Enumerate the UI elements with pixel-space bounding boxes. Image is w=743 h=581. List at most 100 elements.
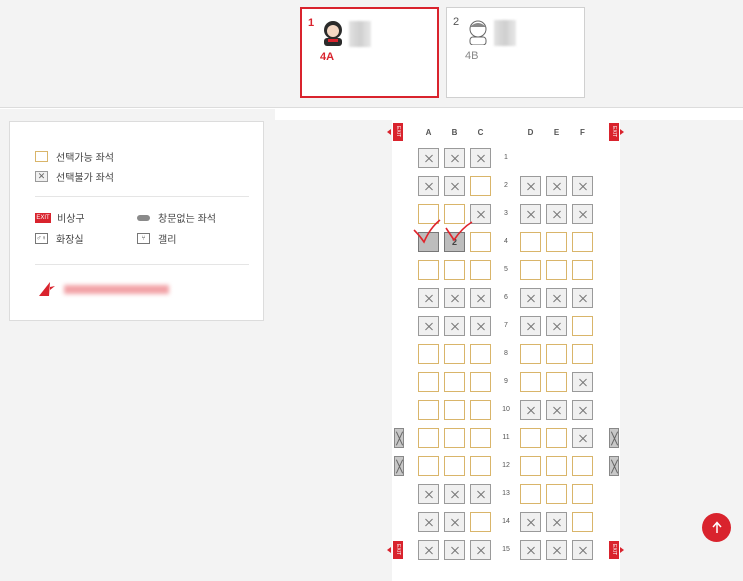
seat-14D bbox=[520, 512, 541, 532]
seat-13F[interactable] bbox=[572, 484, 593, 504]
passenger-seat: 4A bbox=[320, 51, 335, 63]
galley-icon: ⑂ bbox=[137, 233, 150, 244]
seat-legend: 선택가능 좌석 ✕ 선택불가 좌석 EXIT 비상구 창문없는 좌석 ♂♀ 화장… bbox=[9, 121, 264, 321]
seat-13C bbox=[470, 484, 491, 504]
exit-icon: EXIT bbox=[35, 212, 51, 223]
seat-1C bbox=[470, 148, 491, 168]
exit-arrow-icon bbox=[620, 547, 624, 553]
seat-5F[interactable] bbox=[572, 260, 593, 280]
scroll-to-top-button[interactable] bbox=[702, 513, 731, 542]
row-number: 5 bbox=[504, 266, 508, 273]
seat-6E bbox=[546, 288, 567, 308]
seat-12A[interactable] bbox=[418, 456, 439, 476]
seat-2A bbox=[418, 176, 439, 196]
seat-2C[interactable] bbox=[470, 176, 491, 196]
row-number: 7 bbox=[504, 322, 508, 329]
seat-8E[interactable] bbox=[546, 344, 567, 364]
column-header-e: E bbox=[553, 128, 560, 137]
seat-11E[interactable] bbox=[546, 428, 567, 448]
passenger-seat: 4B bbox=[465, 50, 479, 62]
seat-5A[interactable] bbox=[418, 260, 439, 280]
passenger-name-redacted bbox=[349, 21, 371, 47]
seat-10A[interactable] bbox=[418, 400, 439, 420]
row-number: 9 bbox=[504, 378, 508, 385]
seat-6F bbox=[572, 288, 593, 308]
seat-11C[interactable] bbox=[470, 428, 491, 448]
airline-info-redacted bbox=[64, 285, 169, 294]
seat-12C[interactable] bbox=[470, 456, 491, 476]
seat-5D[interactable] bbox=[520, 260, 541, 280]
row-number: 15 bbox=[502, 546, 510, 553]
seat-7B bbox=[444, 316, 465, 336]
seat-15B bbox=[444, 540, 465, 560]
passenger-number: 1 bbox=[308, 17, 315, 29]
arrow-up-icon bbox=[711, 521, 722, 533]
seat-14C[interactable] bbox=[470, 512, 491, 532]
seat-12D[interactable] bbox=[520, 456, 541, 476]
seat-13E[interactable] bbox=[546, 484, 567, 504]
seat-11D[interactable] bbox=[520, 428, 541, 448]
seat-8D[interactable] bbox=[520, 344, 541, 364]
row-number: 11 bbox=[502, 434, 510, 441]
seat-8A[interactable] bbox=[418, 344, 439, 364]
seat-6B bbox=[444, 288, 465, 308]
seat-8F[interactable] bbox=[572, 344, 593, 364]
seat-15C bbox=[470, 540, 491, 560]
seat-6D bbox=[520, 288, 541, 308]
seat-5E[interactable] bbox=[546, 260, 567, 280]
seat-8C[interactable] bbox=[470, 344, 491, 364]
seat-9B[interactable] bbox=[444, 372, 465, 392]
legend-divider bbox=[35, 196, 249, 197]
seat-1A bbox=[418, 148, 439, 168]
legend-no-window-label: 창문없는 좌석 bbox=[158, 214, 216, 225]
row-number: 13 bbox=[502, 490, 510, 497]
seat-9A[interactable] bbox=[418, 372, 439, 392]
seat-10C[interactable] bbox=[470, 400, 491, 420]
exit-arrow-icon bbox=[620, 129, 624, 135]
row-number: 4 bbox=[504, 238, 508, 245]
seat-9D[interactable] bbox=[520, 372, 541, 392]
airline-logo-icon bbox=[39, 282, 55, 296]
legend-galley-label: 갤리 bbox=[158, 235, 177, 246]
seat-12B[interactable] bbox=[444, 456, 465, 476]
passenger-name-redacted bbox=[494, 20, 516, 46]
seat-4E[interactable] bbox=[546, 232, 567, 252]
seat-14F[interactable] bbox=[572, 512, 593, 532]
seat-11F bbox=[572, 428, 593, 448]
legend-available: 선택가능 좌석 bbox=[35, 149, 114, 164]
passenger-card-1[interactable]: 1 4A bbox=[300, 7, 439, 98]
seat-6C bbox=[470, 288, 491, 308]
seat-8B[interactable] bbox=[444, 344, 465, 364]
seat-7F[interactable] bbox=[572, 316, 593, 336]
seat-10B[interactable] bbox=[444, 400, 465, 420]
row-number: 2 bbox=[504, 182, 508, 189]
legend-available-label: 선택가능 좌석 bbox=[56, 153, 114, 164]
seat-12F[interactable] bbox=[572, 456, 593, 476]
lavatory-right-12 bbox=[609, 456, 619, 476]
seat-12E[interactable] bbox=[546, 456, 567, 476]
seat-9E[interactable] bbox=[546, 372, 567, 392]
handwritten-checkmarks bbox=[413, 219, 473, 244]
seat-7A bbox=[418, 316, 439, 336]
seat-9C[interactable] bbox=[470, 372, 491, 392]
exit-left-rear: EXIT bbox=[393, 541, 403, 559]
seat-11B[interactable] bbox=[444, 428, 465, 448]
seat-10D bbox=[520, 400, 541, 420]
seat-10E bbox=[546, 400, 567, 420]
lavatory-right-11 bbox=[609, 428, 619, 448]
passenger-card-2[interactable]: 2 4B bbox=[446, 7, 585, 98]
exit-arrow-icon bbox=[387, 129, 391, 135]
seat-13D[interactable] bbox=[520, 484, 541, 504]
seat-4F[interactable] bbox=[572, 232, 593, 252]
seat-5C[interactable] bbox=[470, 260, 491, 280]
seat-7D bbox=[520, 316, 541, 336]
column-header-d: D bbox=[527, 128, 534, 137]
legend-unavailable: ✕ 선택불가 좌석 bbox=[35, 169, 114, 184]
seat-11A[interactable] bbox=[418, 428, 439, 448]
seat-9F bbox=[572, 372, 593, 392]
column-header-f: F bbox=[580, 128, 585, 137]
seat-3D bbox=[520, 204, 541, 224]
seat-5B[interactable] bbox=[444, 260, 465, 280]
seat-2F bbox=[572, 176, 593, 196]
seat-4D[interactable] bbox=[520, 232, 541, 252]
